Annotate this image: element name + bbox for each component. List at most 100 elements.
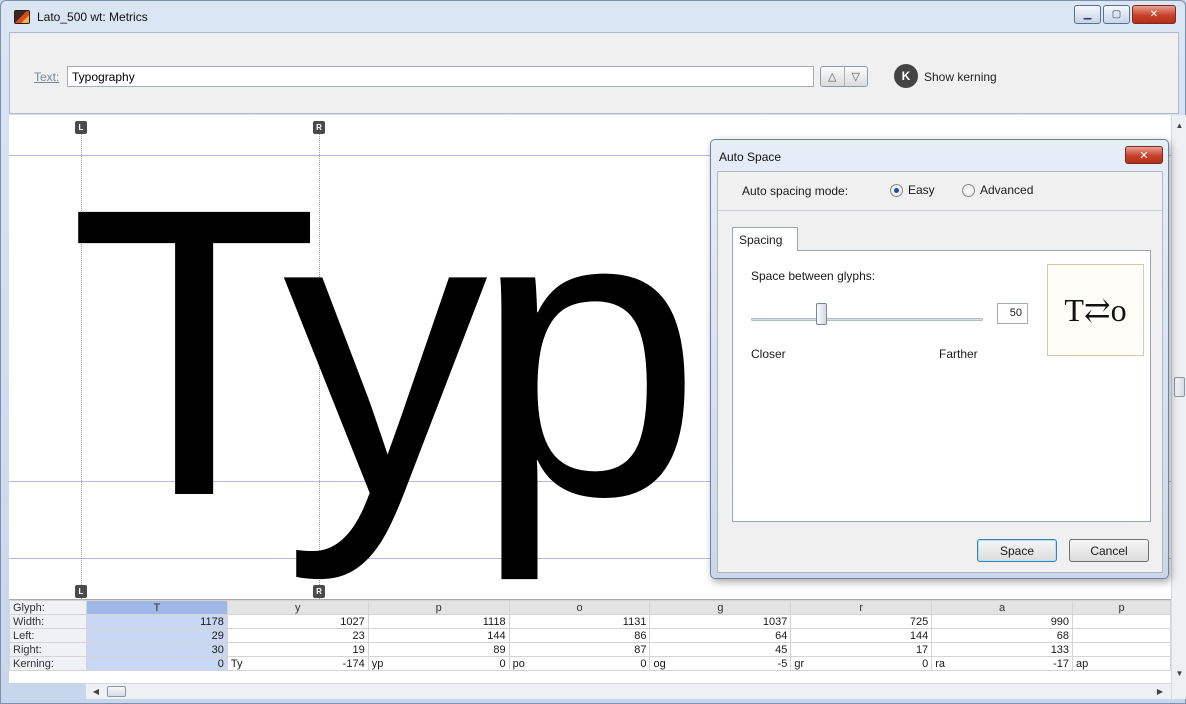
width-value-cell[interactable]: 1178 — [85, 614, 228, 629]
cancel-button[interactable]: Cancel — [1069, 539, 1149, 562]
close-button[interactable]: ✕ — [1132, 5, 1176, 24]
kerning-pair-label: gr — [794, 657, 805, 670]
metrics-row-kerning: Kerning: 0 Ty -174 yp 0 po 0 og -5 gr 0 ra -17 ap — [9, 656, 1171, 671]
kerning-cell[interactable]: gr 0 — [790, 656, 933, 671]
metrics-window: Lato_500 wt: Metrics ▁ ▢ ✕ Text: △ ▽ K S… — [0, 0, 1186, 704]
mode-advanced-radio[interactable]: Advanced — [962, 183, 1033, 197]
kerning-pair-label: po — [512, 657, 525, 670]
maximize-button[interactable]: ▢ — [1103, 5, 1130, 24]
glyph-header-cell[interactable]: p — [1072, 600, 1171, 615]
kerning-value[interactable]: 0 — [640, 658, 646, 670]
show-kerning-label[interactable]: Show kerning — [924, 70, 997, 84]
dialog-close-button[interactable]: ✕ — [1125, 146, 1163, 164]
kerning-cell[interactable]: og -5 — [649, 656, 792, 671]
kerning-value[interactable]: -17 — [1053, 658, 1069, 670]
right-value-cell[interactable] — [1072, 642, 1171, 657]
separator — [718, 210, 1162, 211]
kerning-cell[interactable]: 0 — [85, 656, 228, 671]
tab-spacing[interactable]: Spacing — [732, 227, 798, 251]
kerning-icon[interactable]: K — [894, 64, 918, 88]
kerning-value[interactable]: -5 — [778, 658, 788, 670]
glyph-header-cell[interactable]: a — [931, 600, 1074, 615]
width-value-cell[interactable]: 1027 — [226, 614, 369, 629]
kerning-value[interactable]: 0 — [499, 658, 505, 670]
window-title: Lato_500 wt: Metrics — [37, 10, 148, 24]
dialog-title: Auto Space — [719, 150, 782, 164]
text-input[interactable] — [67, 66, 814, 87]
space-button[interactable]: Space — [977, 539, 1057, 562]
row-header-kerning: Kerning: — [9, 656, 87, 671]
metrics-row-width: Width: 1178 1027 1118 1131 1037 725 990 — [9, 614, 1171, 629]
right-value-cell[interactable]: 87 — [508, 642, 651, 657]
width-value-cell[interactable] — [1072, 614, 1171, 629]
width-value-cell[interactable]: 1131 — [508, 614, 651, 629]
scroll-right-icon[interactable]: ▶ — [1152, 684, 1168, 699]
row-header-right: Right: — [9, 642, 87, 657]
auto-space-dialog: Auto Space ✕ Auto spacing mode: Easy Adv… — [710, 139, 1169, 579]
spacing-value-input[interactable]: 50 — [997, 303, 1028, 324]
kerning-value[interactable]: 0 — [922, 658, 928, 670]
right-value-cell[interactable]: 19 — [226, 642, 369, 657]
right-marker-bottom[interactable]: R — [313, 585, 325, 598]
left-value-cell[interactable]: 23 — [226, 628, 369, 643]
width-value-cell[interactable]: 1037 — [649, 614, 792, 629]
kerning-cell[interactable]: Ty -174 — [226, 656, 369, 671]
scroll-up-icon[interactable]: ▲ — [1172, 117, 1186, 133]
left-value-cell[interactable]: 144 — [790, 628, 933, 643]
left-value-cell[interactable]: 64 — [649, 628, 792, 643]
horizontal-scroll-thumb[interactable] — [107, 686, 126, 697]
width-value-cell[interactable]: 1118 — [367, 614, 510, 629]
kerning-cell[interactable]: yp 0 — [367, 656, 510, 671]
kerning-value[interactable]: 0 — [218, 658, 224, 670]
minimize-button[interactable]: ▁ — [1074, 5, 1101, 24]
vertical-scroll-thumb[interactable] — [1174, 377, 1185, 397]
glyph-header-cell[interactable]: p — [367, 600, 510, 615]
right-value-cell[interactable]: 45 — [649, 642, 792, 657]
horizontal-scrollbar[interactable]: ◀ ▶ — [86, 683, 1171, 699]
left-value-cell[interactable]: 29 — [85, 628, 228, 643]
kerning-cell[interactable]: ap — [1072, 656, 1171, 671]
glyph-header-cell[interactable]: r — [790, 600, 933, 615]
left-value-cell[interactable]: 86 — [508, 628, 651, 643]
metrics-table: Glyph: Ty p o g r a p Width: 1178 1027 1118 1131 1037… — [9, 599, 1171, 683]
vertical-scrollbar[interactable]: ▲ ▼ — [1171, 115, 1186, 699]
mode-easy-radio[interactable]: Easy — [890, 183, 935, 197]
scroll-left-icon[interactable]: ◀ — [88, 684, 104, 699]
width-value-cell[interactable]: 990 — [931, 614, 1074, 629]
width-value-cell[interactable]: 725 — [790, 614, 933, 629]
title-bar: Lato_500 wt: Metrics ▁ ▢ ✕ — [1, 1, 1185, 31]
kerning-cell[interactable]: ra -17 — [931, 656, 1074, 671]
spacing-slider-track[interactable] — [751, 318, 983, 321]
glyph-header-cell[interactable]: T — [85, 600, 228, 615]
previous-arrow-icon[interactable]: △ — [821, 67, 844, 86]
left-value-cell[interactable]: 144 — [367, 628, 510, 643]
metrics-row-right: Right: 30 19 89 87 45 17 133 — [9, 642, 1171, 657]
app-icon — [14, 10, 30, 24]
kerning-pair-label: Ty — [230, 657, 243, 670]
spacing-preview-icon: T⇄o — [1047, 264, 1144, 356]
mode-advanced-label[interactable]: Advanced — [980, 183, 1033, 197]
scroll-down-icon[interactable]: ▼ — [1172, 665, 1186, 681]
dialog-body: Auto spacing mode: Easy Advanced Spacing… — [717, 171, 1163, 573]
radio-unselected-icon[interactable] — [962, 183, 975, 197]
right-value-cell[interactable]: 30 — [85, 642, 228, 657]
kerning-value[interactable]: -174 — [343, 658, 365, 670]
next-arrow-icon[interactable]: ▽ — [843, 67, 868, 86]
closer-label: Closer — [751, 347, 786, 361]
text-field-label[interactable]: Text: — [34, 70, 59, 84]
left-value-cell[interactable]: 68 — [931, 628, 1074, 643]
row-header-width: Width: — [9, 614, 87, 629]
glyph-header-cell[interactable]: o — [508, 600, 651, 615]
mode-easy-label[interactable]: Easy — [908, 183, 935, 197]
left-value-cell[interactable] — [1072, 628, 1171, 643]
right-value-cell[interactable]: 133 — [931, 642, 1074, 657]
auto-spacing-mode-label: Auto spacing mode: — [742, 184, 849, 198]
glyph-header-cell[interactable]: y — [226, 600, 369, 615]
radio-selected-icon[interactable] — [890, 183, 903, 197]
right-value-cell[interactable]: 17 — [790, 642, 933, 657]
glyph-header-cell[interactable]: g — [649, 600, 792, 615]
kerning-cell[interactable]: po 0 — [508, 656, 651, 671]
spacing-slider-thumb[interactable] — [815, 303, 827, 325]
left-marker-bottom[interactable]: L — [75, 585, 87, 598]
right-value-cell[interactable]: 89 — [367, 642, 510, 657]
